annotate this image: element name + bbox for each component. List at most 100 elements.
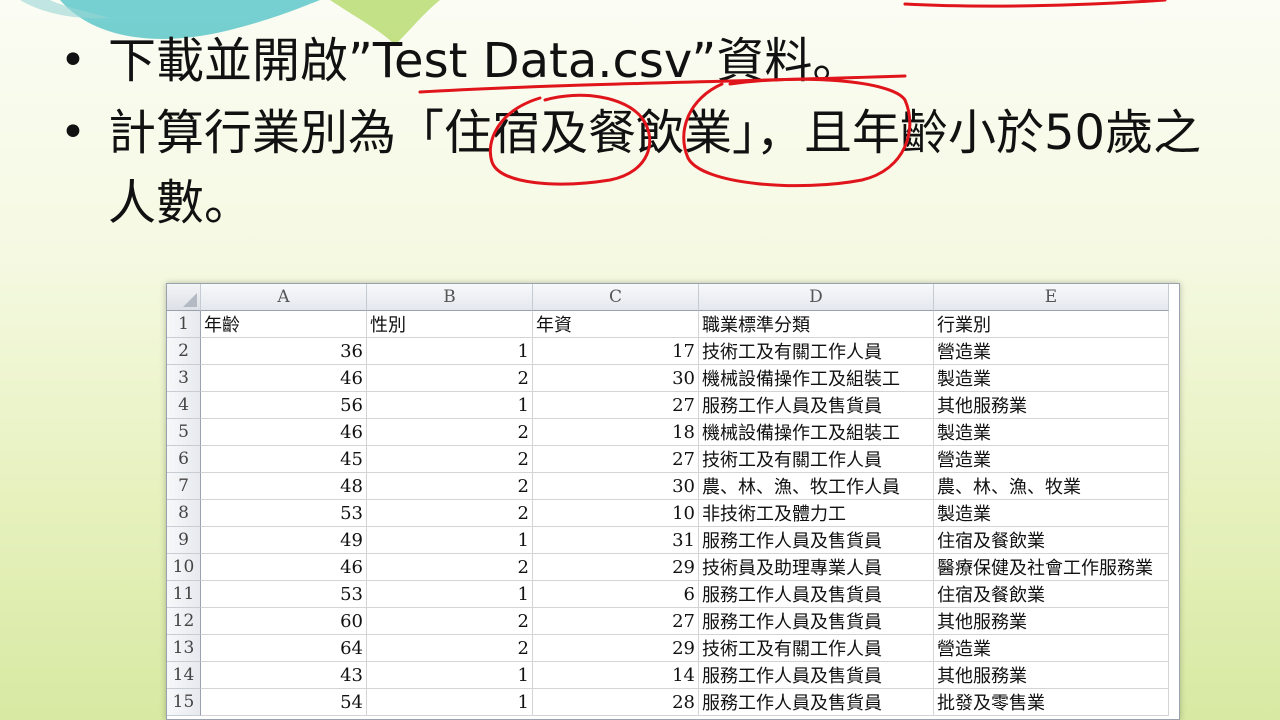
cell-occupation[interactable]: 農、林、漁、牧工作人員: [699, 473, 934, 500]
header-cell-industry[interactable]: 行業別: [934, 311, 1169, 338]
cell-occupation[interactable]: 服務工作人員及售貨員: [699, 527, 934, 554]
row-header[interactable]: 14: [167, 662, 201, 689]
cell-occupation[interactable]: 非技術工及體力工: [699, 500, 934, 527]
cell-gender[interactable]: 2: [367, 365, 533, 392]
row-header[interactable]: 5: [167, 419, 201, 446]
cell-industry[interactable]: 製造業: [934, 365, 1169, 392]
cell-occupation[interactable]: 服務工作人員及售貨員: [699, 689, 934, 716]
cell-industry[interactable]: 批發及零售業: [934, 689, 1169, 716]
cell-age[interactable]: 46: [201, 554, 367, 581]
row-header[interactable]: 11: [167, 581, 201, 608]
cell-seniority[interactable]: 27: [533, 446, 699, 473]
row-header[interactable]: 10: [167, 554, 201, 581]
cell-age[interactable]: 53: [201, 581, 367, 608]
cell-age[interactable]: 56: [201, 392, 367, 419]
cell-industry[interactable]: 營造業: [934, 635, 1169, 662]
row-header[interactable]: 12: [167, 608, 201, 635]
cell-industry[interactable]: 製造業: [934, 500, 1169, 527]
row-header[interactable]: 3: [167, 365, 201, 392]
cell-gender[interactable]: 2: [367, 473, 533, 500]
row-header[interactable]: 13: [167, 635, 201, 662]
cell-industry[interactable]: 住宿及餐飲業: [934, 581, 1169, 608]
column-header-c[interactable]: C: [533, 284, 699, 311]
row-header[interactable]: 7: [167, 473, 201, 500]
cell-industry[interactable]: 其他服務業: [934, 608, 1169, 635]
cell-seniority[interactable]: 18: [533, 419, 699, 446]
column-header-a[interactable]: A: [201, 284, 367, 311]
cell-industry[interactable]: 製造業: [934, 419, 1169, 446]
bullet-item-calculate: • 計算行業別為「住宿及餐飲業」，且年齡小於50歲之人數。: [60, 98, 1240, 238]
cell-occupation[interactable]: 技術員及助理專業人員: [699, 554, 934, 581]
cell-seniority[interactable]: 29: [533, 554, 699, 581]
cell-seniority[interactable]: 31: [533, 527, 699, 554]
cell-gender[interactable]: 1: [367, 338, 533, 365]
cell-gender[interactable]: 2: [367, 446, 533, 473]
cell-seniority[interactable]: 14: [533, 662, 699, 689]
cell-occupation[interactable]: 技術工及有關工作人員: [699, 635, 934, 662]
cell-occupation[interactable]: 服務工作人員及售貨員: [699, 608, 934, 635]
select-all-corner[interactable]: [167, 284, 201, 311]
cell-occupation[interactable]: 服務工作人員及售貨員: [699, 581, 934, 608]
cell-age[interactable]: 64: [201, 635, 367, 662]
cell-occupation[interactable]: 機械設備操作工及組裝工: [699, 365, 934, 392]
cell-gender[interactable]: 1: [367, 581, 533, 608]
cell-occupation[interactable]: 技術工及有關工作人員: [699, 338, 934, 365]
cell-occupation[interactable]: 機械設備操作工及組裝工: [699, 419, 934, 446]
column-header-b[interactable]: B: [367, 284, 533, 311]
cell-gender[interactable]: 1: [367, 689, 533, 716]
cell-gender[interactable]: 2: [367, 635, 533, 662]
cell-industry[interactable]: 住宿及餐飲業: [934, 527, 1169, 554]
cell-occupation[interactable]: 技術工及有關工作人員: [699, 446, 934, 473]
cell-age[interactable]: 43: [201, 662, 367, 689]
cell-industry[interactable]: 營造業: [934, 446, 1169, 473]
cell-seniority[interactable]: 10: [533, 500, 699, 527]
cell-gender[interactable]: 1: [367, 527, 533, 554]
cell-age[interactable]: 60: [201, 608, 367, 635]
cell-age[interactable]: 36: [201, 338, 367, 365]
cell-seniority[interactable]: 28: [533, 689, 699, 716]
cell-age[interactable]: 46: [201, 419, 367, 446]
cell-age[interactable]: 48: [201, 473, 367, 500]
cell-industry[interactable]: 農、林、漁、牧業: [934, 473, 1169, 500]
row-header[interactable]: 1: [167, 311, 201, 338]
column-header-d[interactable]: D: [699, 284, 934, 311]
cell-age[interactable]: 53: [201, 500, 367, 527]
cell-industry[interactable]: 營造業: [934, 338, 1169, 365]
cell-gender[interactable]: 2: [367, 608, 533, 635]
cell-seniority[interactable]: 29: [533, 635, 699, 662]
row-header[interactable]: 6: [167, 446, 201, 473]
cell-gender[interactable]: 2: [367, 419, 533, 446]
cell-gender[interactable]: 2: [367, 554, 533, 581]
bullet-text: 下載並開啟”Test Data.csv”資料。: [108, 33, 861, 89]
row-header[interactable]: 15: [167, 689, 201, 716]
bullet-dot-icon: •: [60, 107, 86, 158]
cell-seniority[interactable]: 17: [533, 338, 699, 365]
row-header[interactable]: 2: [167, 338, 201, 365]
row-header[interactable]: 4: [167, 392, 201, 419]
cell-occupation[interactable]: 服務工作人員及售貨員: [699, 662, 934, 689]
header-cell-gender[interactable]: 性別: [367, 311, 533, 338]
cell-seniority[interactable]: 27: [533, 608, 699, 635]
cell-seniority[interactable]: 30: [533, 365, 699, 392]
cell-seniority[interactable]: 30: [533, 473, 699, 500]
cell-age[interactable]: 54: [201, 689, 367, 716]
cell-age[interactable]: 46: [201, 365, 367, 392]
row-header[interactable]: 9: [167, 527, 201, 554]
cell-industry[interactable]: 其他服務業: [934, 662, 1169, 689]
row-header[interactable]: 8: [167, 500, 201, 527]
cell-seniority[interactable]: 6: [533, 581, 699, 608]
cell-age[interactable]: 49: [201, 527, 367, 554]
cell-gender[interactable]: 2: [367, 500, 533, 527]
column-header-e[interactable]: E: [934, 284, 1169, 311]
cell-industry[interactable]: 醫療保健及社會工作服務業: [934, 554, 1169, 581]
cell-occupation[interactable]: 服務工作人員及售貨員: [699, 392, 934, 419]
cell-industry[interactable]: 其他服務業: [934, 392, 1169, 419]
cell-age[interactable]: 45: [201, 446, 367, 473]
cell-gender[interactable]: 1: [367, 662, 533, 689]
header-cell-seniority[interactable]: 年資: [533, 311, 699, 338]
cell-seniority[interactable]: 27: [533, 392, 699, 419]
spreadsheet: A B C D E 1 年齡 性別 年資 職業標準分類 行業別 2 36 1 17 技術…: [166, 283, 1180, 720]
header-cell-age[interactable]: 年齡: [201, 311, 367, 338]
cell-gender[interactable]: 1: [367, 392, 533, 419]
header-cell-occupation[interactable]: 職業標準分類: [699, 311, 934, 338]
